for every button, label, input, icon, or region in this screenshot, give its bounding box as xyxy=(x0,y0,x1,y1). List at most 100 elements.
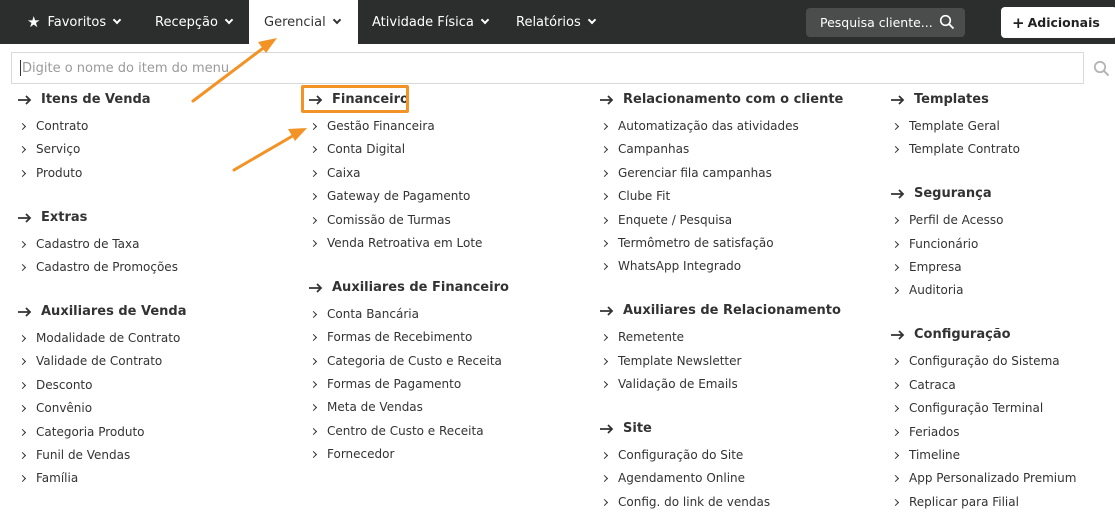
menu-item-campanhas[interactable]: Campanhas xyxy=(600,142,689,156)
chevron-right-icon xyxy=(891,498,900,506)
arrow-right-icon xyxy=(891,329,905,340)
menu-item-automatizacao[interactable]: Automatização das atividades xyxy=(600,119,799,133)
menu-item-convenio[interactable]: Convênio xyxy=(18,401,92,415)
chevron-right-icon xyxy=(18,240,27,248)
menu-item-label: Validação de Emails xyxy=(618,377,738,391)
menu-item-categoria-custo-receita[interactable]: Categoria de Custo e Receita xyxy=(309,354,502,368)
nav-relatorios[interactable]: Relatórios xyxy=(516,0,597,44)
nav-relatorios-label: Relatórios xyxy=(516,14,581,30)
menu-item-venda-retroativa[interactable]: Venda Retroativa em Lote xyxy=(309,236,482,250)
search-icon[interactable] xyxy=(1093,60,1110,77)
chevron-right-icon xyxy=(600,145,609,153)
menu-item-termometro[interactable]: Termômetro de satisfação xyxy=(600,236,774,250)
chevron-right-icon xyxy=(600,192,609,200)
menu-item-categoria-produto[interactable]: Categoria Produto xyxy=(18,425,145,439)
menu-item-remetente[interactable]: Remetente xyxy=(600,330,684,344)
section-title: Relacionamento com o cliente xyxy=(623,92,844,107)
chevron-right-icon xyxy=(600,216,609,224)
menu-search-input[interactable]: Digite o nome do item do menu xyxy=(11,52,1084,84)
menu-item-label: Categoria Produto xyxy=(36,425,145,439)
menu-item-replicar-filial[interactable]: Replicar para Filial xyxy=(891,495,1019,509)
menu-item-empresa[interactable]: Empresa xyxy=(891,260,962,274)
menu-item-template-geral[interactable]: Template Geral xyxy=(891,119,1000,133)
menu-item-validacao-emails[interactable]: Validação de Emails xyxy=(600,377,738,391)
menu-item-formas-recebimento[interactable]: Formas de Recebimento xyxy=(309,330,472,344)
menu-item-label: Desconto xyxy=(36,378,93,392)
menu-item-catraca[interactable]: Catraca xyxy=(891,378,956,392)
menu-item-template-contrato[interactable]: Template Contrato xyxy=(891,142,1020,156)
menu-item-enquete[interactable]: Enquete / Pesquisa xyxy=(600,213,733,227)
chevron-right-icon xyxy=(309,122,318,130)
menu-item-label: Config. do link de vendas xyxy=(618,495,771,509)
menu-item-comissao-turmas[interactable]: Comissão de Turmas xyxy=(309,213,451,227)
chevron-right-icon xyxy=(600,333,609,341)
menu-item-desconto[interactable]: Desconto xyxy=(18,378,93,392)
menu-item-validade-contrato[interactable]: Validade de Contrato xyxy=(18,354,162,368)
menu-item-familia[interactable]: Família xyxy=(18,471,78,485)
menu-item-gestao-financeira[interactable]: Gestão Financeira xyxy=(309,119,435,133)
menu-item-timeline[interactable]: Timeline xyxy=(891,448,960,462)
menu-item-funil-vendas[interactable]: Funil de Vendas xyxy=(18,448,130,462)
menu-item-gateway-pagamento[interactable]: Gateway de Pagamento xyxy=(309,189,470,203)
arrow-right-icon xyxy=(891,94,905,105)
chevron-right-icon xyxy=(600,498,609,506)
menu-item-caixa[interactable]: Caixa xyxy=(309,166,361,180)
menu-item-meta-vendas[interactable]: Meta de Vendas xyxy=(309,400,423,414)
nav-favoritos[interactable]: ★ Favoritos xyxy=(27,0,122,44)
chevron-right-icon xyxy=(891,216,900,224)
highlight-box xyxy=(301,85,409,113)
section-title: Segurança xyxy=(914,186,992,201)
menu-item-configuracao-terminal[interactable]: Configuração Terminal xyxy=(891,401,1043,415)
menu-item-config-link-vendas[interactable]: Config. do link de vendas xyxy=(600,495,771,509)
chevron-right-icon xyxy=(600,239,609,247)
menu-item-fornecedor[interactable]: Fornecedor xyxy=(309,447,394,461)
client-search-input[interactable]: Pesquisa cliente... xyxy=(806,8,965,37)
menu-item-label: Automatização das atividades xyxy=(618,119,799,133)
menu-item-label: Enquete / Pesquisa xyxy=(618,213,733,227)
menu-item-whatsapp[interactable]: WhatsApp Integrado xyxy=(600,259,741,273)
menu-item-cadastro-promocoes[interactable]: Cadastro de Promoções xyxy=(18,260,178,274)
menu-item-agendamento-online[interactable]: Agendamento Online xyxy=(600,471,745,485)
menu-item-cadastro-taxa[interactable]: Cadastro de Taxa xyxy=(18,237,140,251)
nav-gerencial[interactable]: Gerencial xyxy=(249,0,358,44)
nav-recepcao[interactable]: Recepção xyxy=(155,0,234,44)
menu-item-gerenciar-fila[interactable]: Gerenciar fila campanhas xyxy=(600,166,772,180)
chevron-right-icon xyxy=(891,474,900,482)
menu-item-servico[interactable]: Serviço xyxy=(18,142,80,156)
menu-item-label: Comissão de Turmas xyxy=(327,213,451,227)
menu-item-template-newsletter[interactable]: Template Newsletter xyxy=(600,354,741,368)
menu-item-produto[interactable]: Produto xyxy=(18,166,82,180)
text-cursor xyxy=(20,60,21,76)
menu-item-label: Gerenciar fila campanhas xyxy=(618,166,772,180)
menu-item-label: Auditoria xyxy=(909,283,964,297)
menu-item-auditoria[interactable]: Auditoria xyxy=(891,283,964,297)
search-icon[interactable] xyxy=(939,14,955,30)
menu-item-funcionario[interactable]: Funcionário xyxy=(891,237,978,251)
menu-item-perfil-acesso[interactable]: Perfil de Acesso xyxy=(891,213,1003,227)
section-site: Site xyxy=(600,421,652,436)
star-icon: ★ xyxy=(27,13,41,31)
chevron-right-icon xyxy=(309,450,318,458)
menu-item-feriados[interactable]: Feriados xyxy=(891,425,959,439)
menu-item-clube-fit[interactable]: Clube Fit xyxy=(600,189,670,203)
menu-item-configuracao-site[interactable]: Configuração do Site xyxy=(600,448,743,462)
menu-item-configuracao-sistema[interactable]: Configuração do Sistema xyxy=(891,354,1060,368)
menu-item-contrato[interactable]: Contrato xyxy=(18,119,89,133)
menu-item-label: Template Contrato xyxy=(909,142,1020,156)
menu-item-label: Cadastro de Taxa xyxy=(36,237,140,251)
chevron-right-icon xyxy=(309,333,318,341)
section-title: Site xyxy=(623,421,652,436)
menu-search-placeholder: Digite o nome do item do menu xyxy=(22,60,230,76)
menu-item-label: Modalidade de Contrato xyxy=(36,331,181,345)
menu-item-conta-bancaria[interactable]: Conta Bancária xyxy=(309,307,419,321)
menu-item-app-personalizado[interactable]: App Personalizado Premium xyxy=(891,471,1076,485)
menu-item-centro-custo-receita[interactable]: Centro de Custo e Receita xyxy=(309,424,484,438)
adicionais-button[interactable]: + Adicionais xyxy=(1001,7,1115,38)
menu-item-conta-digital[interactable]: Conta Digital xyxy=(309,142,405,156)
nav-atividade-fisica[interactable]: Atividade Física xyxy=(372,0,490,44)
menu-item-modalidade-contrato[interactable]: Modalidade de Contrato xyxy=(18,331,181,345)
chevron-right-icon xyxy=(309,427,318,435)
menu-item-formas-pagamento[interactable]: Formas de Pagamento xyxy=(309,377,461,391)
menu-item-label: Contrato xyxy=(36,119,89,133)
section-title: Itens de Venda xyxy=(41,92,151,107)
